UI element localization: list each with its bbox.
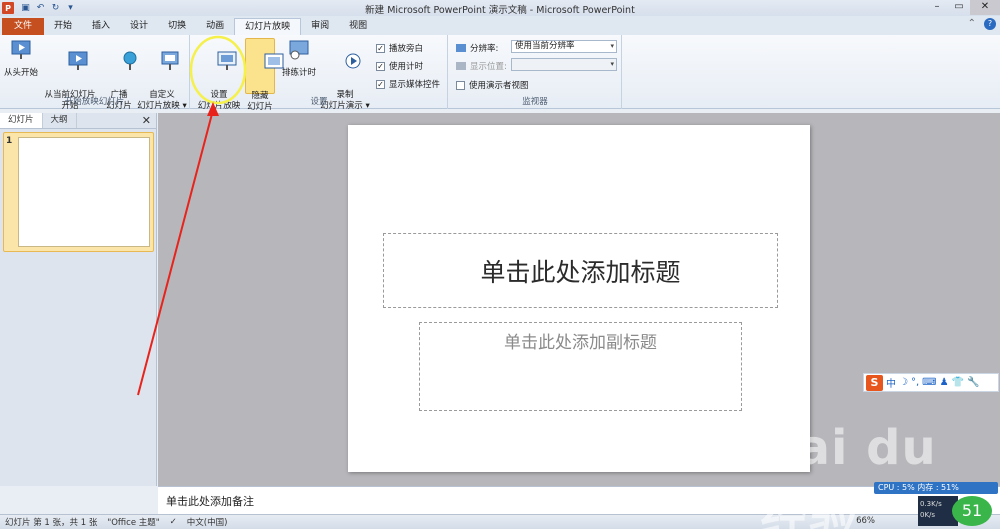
- window-controls: – ▭ ✕: [926, 0, 1000, 15]
- monitor-icon: [456, 62, 466, 70]
- tab-slide-show[interactable]: 幻灯片放映: [234, 18, 302, 35]
- show-on-label: 显示位置:: [470, 62, 507, 72]
- maximize-button[interactable]: ▭: [948, 0, 970, 15]
- powerpoint-icon[interactable]: P: [2, 2, 14, 14]
- show-media-row[interactable]: ✓ 显示媒体控件: [376, 78, 440, 90]
- show-media-checkbox[interactable]: ✓: [376, 79, 385, 89]
- play-from-current-icon: [68, 51, 88, 70]
- record-icon: [345, 53, 361, 69]
- tab-design[interactable]: 设计: [120, 18, 158, 35]
- title-bar: P ▣ ↶ ↻ ▾ 新建 Microsoft PowerPoint 演示文稿 -…: [0, 0, 1000, 16]
- play-narration-row[interactable]: ✓ 播放旁白: [376, 42, 423, 54]
- hide-slide-button[interactable]: 隐藏 幻灯片: [245, 38, 284, 112]
- slide-thumbnail-selected[interactable]: [3, 132, 154, 252]
- subtitle-placeholder[interactable]: 单击此处添加副标题: [419, 322, 742, 411]
- customize-qat-icon[interactable]: ▾: [65, 3, 76, 14]
- close-icon[interactable]: ✕: [142, 114, 151, 127]
- show-on-select[interactable]: ▾: [511, 58, 617, 71]
- tab-animations[interactable]: 动画: [196, 18, 234, 35]
- ribbon-minimize-icon[interactable]: ⌃: [968, 18, 976, 30]
- play-from-start-icon: [11, 40, 31, 59]
- sogou-logo-icon[interactable]: S: [866, 374, 883, 391]
- shirt-icon[interactable]: 👕: [952, 377, 964, 388]
- user-icon[interactable]: ♟: [940, 377, 949, 388]
- group-setup: 设置 幻灯片放映 隐藏 幻灯片 排练计时 录制 幻灯片演示 ▾ ✓ 播放旁白 ✓…: [191, 35, 448, 112]
- custom-slideshow-icon: [161, 51, 179, 70]
- presenter-view-row[interactable]: 使用演示者视图: [456, 79, 529, 91]
- slide-thumbnail[interactable]: [18, 137, 150, 247]
- tab-transitions[interactable]: 切换: [158, 18, 196, 35]
- tab-review[interactable]: 审阅: [301, 18, 339, 35]
- group-label-setup: 设置: [310, 97, 328, 107]
- ime-toolbar: S 中 ☽ °, ⌨ ♟ 👕 🔧: [863, 373, 999, 392]
- tab-insert[interactable]: 插入: [82, 18, 120, 35]
- group-label-monitors: 监视器: [522, 97, 548, 107]
- memory-gauge[interactable]: 51: [952, 496, 992, 526]
- use-timings-row[interactable]: ✓ 使用计时: [376, 60, 423, 72]
- rehearse-icon: [289, 40, 309, 60]
- tab-outline[interactable]: 大纲: [43, 113, 77, 128]
- window-title: 新建 Microsoft PowerPoint 演示文稿 - Microsoft…: [365, 5, 635, 16]
- quick-access-toolbar: ▣ ↶ ↻ ▾: [20, 3, 76, 14]
- save-icon[interactable]: ▣: [20, 3, 31, 14]
- theme-status: "Office 主题": [107, 518, 160, 528]
- play-narration-checkbox[interactable]: ✓: [376, 43, 385, 53]
- rehearse-timings-button[interactable]: 排练计时: [279, 38, 319, 79]
- slide-canvas[interactable]: 单击此处添加标题 单击此处添加副标题: [348, 125, 810, 472]
- baidu-watermark-url: jingyan.baidu.com: [770, 486, 890, 501]
- slide-count-status: 幻灯片 第 1 张，共 1 张: [5, 518, 98, 528]
- tab-home[interactable]: 开始: [44, 18, 82, 35]
- upload-speed: 0.3K/s: [920, 500, 942, 508]
- slides-pane: 幻灯片 大纲 ✕ 1: [0, 113, 157, 486]
- group-label-start: 开始放映幻灯片: [64, 97, 125, 107]
- use-timings-checkbox[interactable]: ✓: [376, 61, 385, 71]
- setup-slideshow-icon: [217, 51, 237, 70]
- undo-icon[interactable]: ↶: [35, 3, 46, 14]
- resolution-icon: [456, 44, 466, 52]
- presenter-view-checkbox[interactable]: [456, 80, 465, 90]
- slide-number: 1: [6, 136, 13, 146]
- cpu-memory-widget: CPU : 5% 内存 : 51%: [874, 482, 998, 494]
- punctuation-icon[interactable]: °,: [911, 377, 919, 388]
- help-icon[interactable]: ?: [984, 18, 996, 30]
- ribbon-tabs: 文件 开始 插入 设计 切换 动画 幻灯片放映 审阅 视图 ⌃ ?: [0, 16, 1000, 35]
- group-monitors: 分辨率: 使用当前分辨率 ▾ 显示位置: ▾ 使用演示者视图 监视器: [449, 35, 622, 109]
- title-placeholder[interactable]: 单击此处添加标题: [383, 233, 778, 308]
- resolution-select[interactable]: 使用当前分辨率 ▾: [511, 40, 617, 53]
- moon-icon[interactable]: ☽: [899, 377, 908, 388]
- spellcheck-icon[interactable]: ✓: [165, 517, 182, 527]
- from-beginning-button[interactable]: 从头开始: [2, 38, 40, 79]
- group-start-slideshow: 从头开始 从当前幻灯片 开始 广播 幻灯片 自定义 幻灯片放映 ▾ 开始放映幻灯…: [0, 35, 190, 111]
- close-button[interactable]: ✕: [970, 0, 1000, 15]
- tab-file[interactable]: 文件: [2, 18, 45, 35]
- wrench-icon[interactable]: 🔧: [967, 377, 979, 388]
- tab-slides[interactable]: 幻灯片: [0, 113, 43, 128]
- keyboard-icon[interactable]: ⌨: [922, 377, 936, 388]
- minimize-button[interactable]: –: [926, 0, 948, 15]
- download-speed: 0K/s: [920, 511, 936, 519]
- chevron-down-icon: ▾: [610, 60, 614, 68]
- ribbon: 从头开始 从当前幻灯片 开始 广播 幻灯片 自定义 幻灯片放映 ▾ 开始放映幻灯…: [0, 35, 1000, 112]
- language-status[interactable]: 中文(中国): [182, 516, 233, 528]
- tab-view[interactable]: 视图: [339, 18, 377, 35]
- redo-icon[interactable]: ↻: [50, 3, 61, 14]
- resolution-label: 分辨率:: [470, 44, 499, 54]
- chinese-mode-icon[interactable]: 中: [886, 375, 896, 390]
- chevron-down-icon: ▾: [610, 42, 614, 50]
